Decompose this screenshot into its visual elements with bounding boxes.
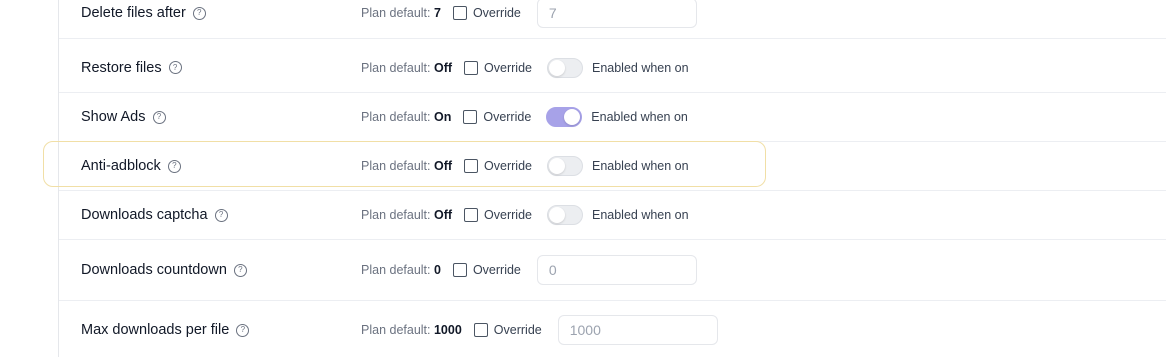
help-icon[interactable]: ? xyxy=(214,208,228,222)
setting-label: Downloads captcha xyxy=(81,207,208,223)
override-checkbox[interactable]: Override xyxy=(464,208,532,222)
toggle-knob xyxy=(548,207,565,223)
setting-row-anti-adblock: Anti-adblock ? Plan default: Off Overrid… xyxy=(59,142,1166,191)
plan-default: Plan default: Off xyxy=(361,208,453,222)
downloads-captcha-toggle[interactable] xyxy=(546,205,583,225)
restore-files-toggle[interactable] xyxy=(546,57,583,78)
help-icon[interactable]: ? xyxy=(152,110,166,124)
plan-default: Plan default: 1000 xyxy=(361,323,462,337)
delete-files-after-input[interactable] xyxy=(536,0,697,28)
help-icon[interactable]: ? xyxy=(192,6,206,20)
override-checkbox[interactable]: Override xyxy=(473,323,542,337)
help-icon[interactable]: ? xyxy=(168,61,182,74)
setting-label: Max downloads per file xyxy=(81,322,230,338)
plan-default: Plan default: 7 xyxy=(361,6,441,20)
plan-default-value: 7 xyxy=(433,6,441,20)
plan-default-value: 1000 xyxy=(433,323,462,337)
anti-adblock-toggle[interactable] xyxy=(546,156,583,176)
plan-default-value: 0 xyxy=(433,263,441,277)
toggle-label: Enabled when on xyxy=(591,208,689,222)
plan-default-value: On xyxy=(433,110,452,124)
toggle-label: Enabled when on xyxy=(591,60,689,75)
override-checkbox[interactable]: Override xyxy=(463,110,531,124)
downloads-countdown-input[interactable] xyxy=(536,255,697,285)
override-checkbox[interactable]: Override xyxy=(452,6,521,20)
override-label: Override xyxy=(484,208,532,222)
override-label: Override xyxy=(472,6,521,20)
toggle-label: Enabled when on xyxy=(591,159,689,173)
setting-row-downloads-captcha: Downloads captcha ? Plan default: Off Ov… xyxy=(59,191,1166,240)
setting-row-downloads-countdown: Downloads countdown ? Plan default: 0 Ov… xyxy=(59,240,1166,301)
plan-default: Plan default: 0 xyxy=(361,263,441,277)
setting-label: Restore files xyxy=(81,59,162,76)
help-icon[interactable]: ? xyxy=(233,263,247,277)
override-label: Override xyxy=(483,110,532,124)
override-checkbox[interactable]: Override xyxy=(464,159,532,173)
setting-row-show-ads: Show Ads ? Plan default: On Override Ena… xyxy=(59,93,1166,142)
checkbox[interactable] xyxy=(452,6,467,20)
help-icon[interactable]: ? xyxy=(167,159,181,173)
setting-label: Delete files after xyxy=(81,5,186,21)
toggle-knob xyxy=(564,109,581,125)
setting-label: Show Ads xyxy=(81,109,146,125)
plan-default-value: Off xyxy=(433,208,453,222)
plan-default: Plan default: Off xyxy=(361,60,453,75)
checkbox[interactable] xyxy=(463,110,478,124)
toggle-knob xyxy=(548,158,565,174)
override-label: Override xyxy=(484,159,532,173)
override-checkbox[interactable]: Override xyxy=(452,263,521,277)
max-downloads-per-file-input[interactable] xyxy=(557,315,718,345)
setting-label: Downloads countdown xyxy=(81,262,227,278)
override-label: Override xyxy=(493,323,542,337)
override-label: Override xyxy=(484,60,532,75)
checkbox[interactable] xyxy=(464,60,479,75)
checkbox[interactable] xyxy=(464,159,479,173)
checkbox[interactable] xyxy=(473,323,488,337)
setting-row-delete-files-after: Delete files after ? Plan default: 7 Ove… xyxy=(59,0,1166,39)
plan-default: Plan default: On xyxy=(361,110,452,124)
help-icon[interactable]: ? xyxy=(236,323,250,337)
setting-row-restore-files: Restore files ? Plan default: Off Overri… xyxy=(59,43,1166,93)
checkbox[interactable] xyxy=(452,263,467,277)
show-ads-toggle[interactable] xyxy=(546,107,583,127)
plan-default-value: Off xyxy=(433,159,453,173)
override-checkbox[interactable]: Override xyxy=(464,60,532,75)
plan-default-value: Off xyxy=(433,60,453,75)
toggle-knob xyxy=(548,59,565,76)
left-rail xyxy=(0,0,59,357)
toggle-label: Enabled when on xyxy=(591,110,688,124)
override-label: Override xyxy=(472,263,521,277)
settings-list: Delete files after ? Plan default: 7 Ove… xyxy=(59,0,1166,357)
plan-default: Plan default: Off xyxy=(361,159,453,173)
setting-row-max-downloads-per-file: Max downloads per file ? Plan default: 1… xyxy=(59,301,1166,361)
checkbox[interactable] xyxy=(464,208,479,222)
setting-label: Anti-adblock xyxy=(81,158,161,174)
